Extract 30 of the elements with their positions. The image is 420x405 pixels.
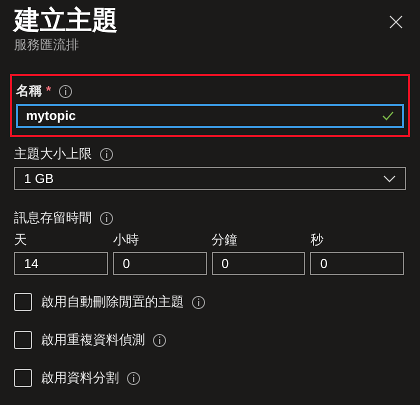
checkbox[interactable] xyxy=(14,369,32,387)
number-input[interactable]: 0 xyxy=(112,252,206,275)
info-icon[interactable] xyxy=(100,212,113,224)
field-label: 小時 xyxy=(112,231,140,248)
chevron-icon xyxy=(383,174,396,182)
info-icon[interactable] xyxy=(100,148,113,160)
checkbox-label: 啟用重複資料偵測 xyxy=(41,331,145,350)
field-label: 天 xyxy=(14,231,28,248)
info-icon[interactable] xyxy=(192,296,205,308)
field-label: 秒 xyxy=(310,231,324,248)
panel-title: 建立主題 xyxy=(14,4,118,36)
field-label: 分鐘 xyxy=(212,231,238,248)
checkbox[interactable] xyxy=(14,293,32,311)
panel-subtitle: 服務匯流排 xyxy=(14,36,80,54)
info-icon[interactable] xyxy=(59,84,72,98)
required-mark: * xyxy=(46,82,52,100)
number-input[interactable]: 0 xyxy=(310,252,404,275)
checkbox-label: 啟用自動刪除閒置的主題 xyxy=(41,293,184,312)
field-label: 名稱 xyxy=(16,82,42,100)
info-icon[interactable] xyxy=(153,334,166,346)
name-input[interactable]: mytopic xyxy=(16,104,404,128)
field-label: 訊息存留時間 xyxy=(14,209,92,228)
field-label: 主題大小上限 xyxy=(14,145,92,164)
close-button[interactable] xyxy=(388,14,404,30)
number-input[interactable]: 14 xyxy=(14,252,108,275)
checkbox-label: 啟用資料分割 xyxy=(41,369,119,388)
info-icon[interactable] xyxy=(127,372,140,384)
number-input[interactable]: 0 xyxy=(212,252,306,275)
size-dropdown[interactable]: 1 GB xyxy=(14,167,406,190)
checkbox[interactable] xyxy=(14,331,32,349)
